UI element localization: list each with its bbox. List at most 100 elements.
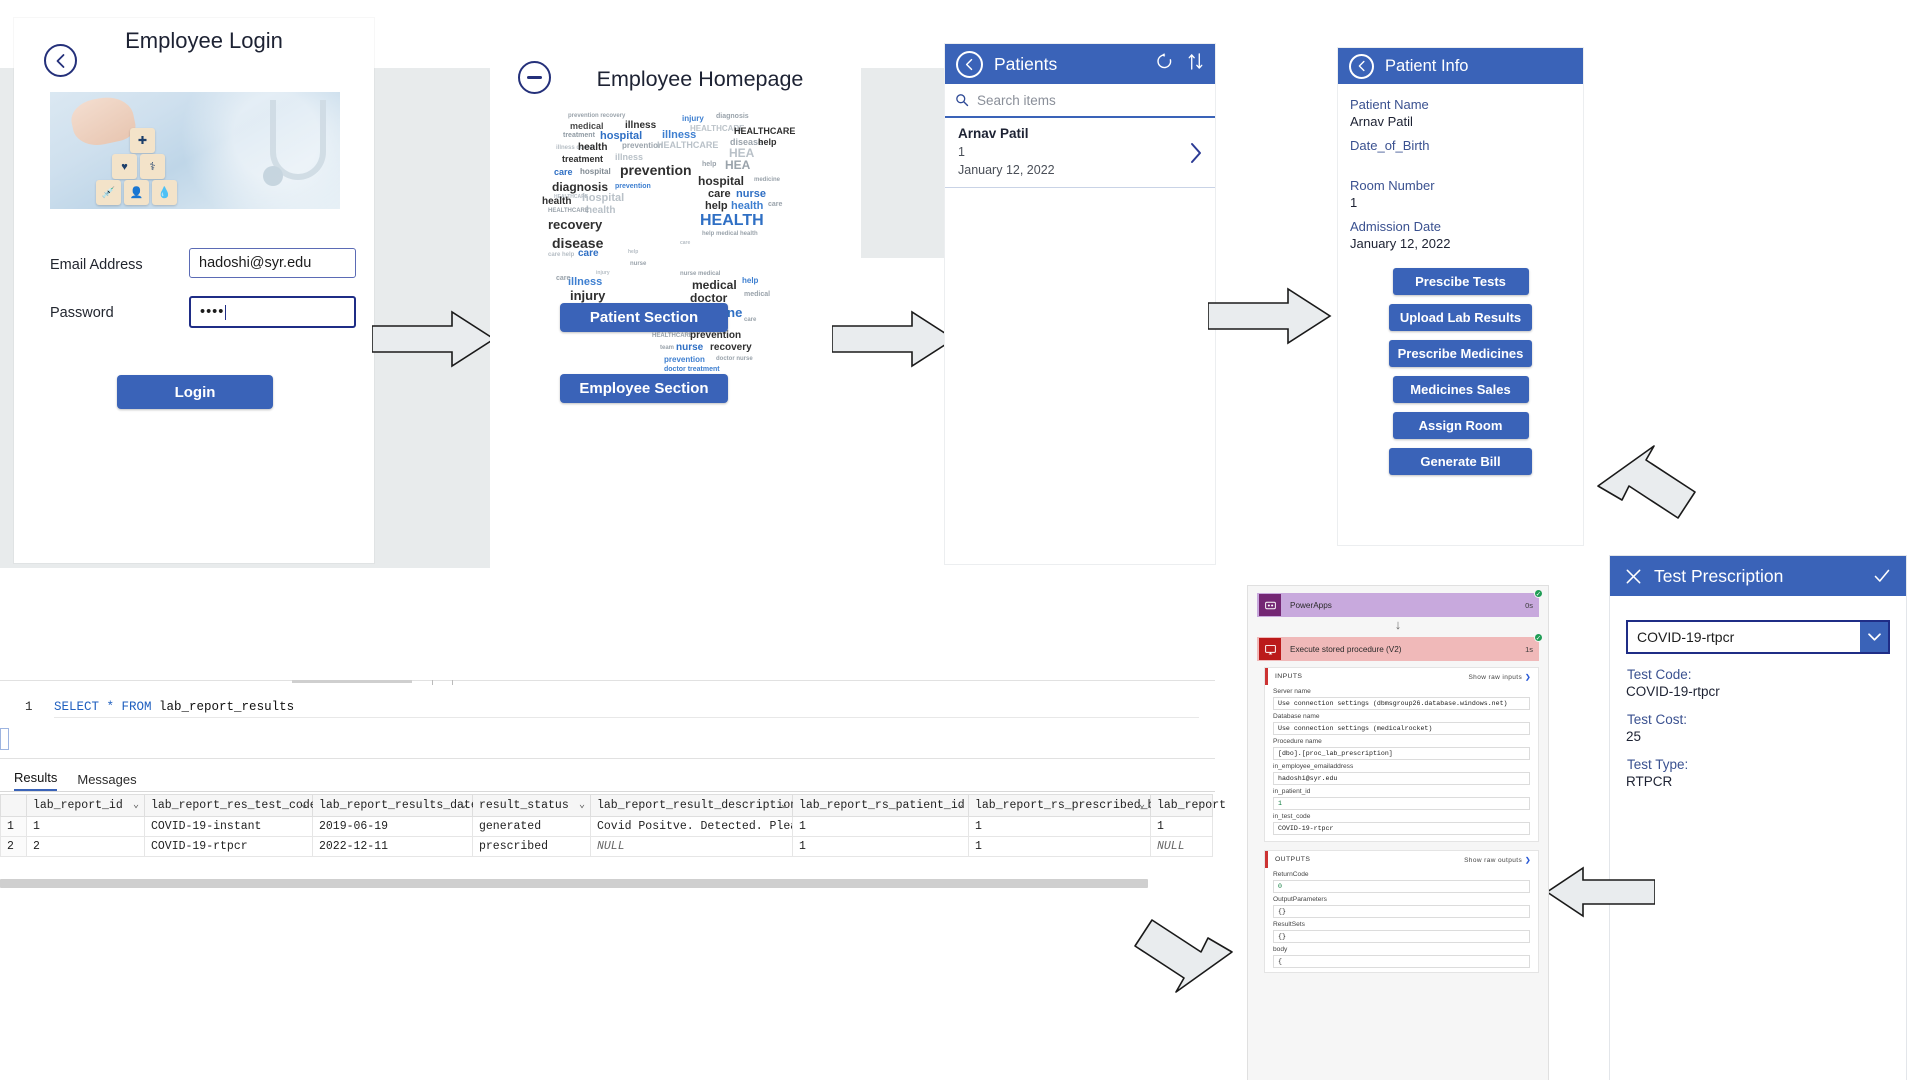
employee-section-button[interactable]: Employee Section [560,374,728,403]
field-value[interactable]: Use connection settings (medicalrocket) [1273,722,1530,735]
page-title: Patient Info [1385,56,1469,75]
field-value[interactable]: {} [1273,930,1530,943]
confirm-button[interactable] [1872,566,1892,586]
cell[interactable]: 1 [1150,816,1213,837]
chevron-down-icon[interactable]: ⌄ [957,799,963,811]
field-value[interactable]: {} [1273,905,1530,918]
list-item[interactable]: Arnav Patil 1 January 12, 2022 [945,118,1215,188]
block-drop-icon: 💧 [152,180,177,205]
email-field[interactable]: hadoshi@syr.edu [189,248,356,278]
flow-arrow-3 [1208,287,1332,345]
page-title: Employee Homepage [596,67,804,91]
column-header[interactable]: lab_report_results_date ⌄ [312,794,478,817]
sql-query-results: 1 SELECT * FROM lab_report_results Resul… [0,680,1226,895]
room-number-label: Room Number [1350,178,1435,193]
close-button[interactable] [1624,567,1643,586]
show-raw-inputs-link[interactable]: Show raw inputs ❯ [1468,673,1531,681]
show-raw-outputs-link[interactable]: Show raw outputs ❯ [1464,856,1531,864]
cell[interactable]: 2 [26,836,145,857]
flow-arrow-5 [1545,866,1655,918]
field-key: Server name [1273,688,1311,695]
cell[interactable]: 1 [792,836,969,857]
assign-room-button[interactable]: Assign Room [1392,412,1529,439]
horizontal-scrollbar[interactable] [0,879,1148,888]
column-header[interactable]: lab_report_res_test_code ⌄ [144,794,317,817]
refresh-button[interactable] [1155,52,1174,76]
flow-arrow-2 [832,310,956,368]
field-value[interactable]: hadoshi@syr.edu [1273,772,1530,785]
chevron-left-icon [1358,60,1365,72]
patient-section-button[interactable]: Patient Section [560,303,728,332]
login-button[interactable]: Login [117,375,273,409]
chevron-down-icon[interactable]: ⌄ [579,799,585,811]
column-header[interactable]: lab_report_rs_patient_id ⌄ [792,794,969,817]
dropdown-toggle[interactable] [1860,622,1888,652]
prescribe-medicines-button[interactable]: Prescribe Medicines [1389,340,1532,367]
medicines-sales-button[interactable]: Medicines Sales [1392,376,1529,403]
chevron-right-icon: ❯ [1525,856,1531,864]
chevron-down-icon[interactable]: ⌄ [461,799,467,811]
cell[interactable]: prescribed [472,836,591,857]
search-placeholder: Search items [977,92,1056,108]
cell[interactable]: COVID-19-instant [144,816,313,837]
flow-arrow-1 [372,310,496,368]
field-value[interactable]: { [1273,955,1530,968]
table-row[interactable]: 2 2 COVID-19-rtpcr 2022-12-11 prescribed… [0,836,1213,857]
sql-server-icon [1259,638,1281,660]
column-header[interactable]: lab_report [1150,794,1226,817]
column-header[interactable]: lab_report_id ⌄ [26,794,145,817]
field-key: in_test_code [1273,813,1311,820]
patients-screen: Patients Search items Arnav Patil 1 Janu… [945,44,1215,564]
cell[interactable]: 1 [26,816,145,837]
editor-tick-1 [432,680,433,685]
chevron-down-icon[interactable]: ⌄ [301,799,307,811]
block-stethoscope-icon: ⚕ [140,154,165,179]
tab-results[interactable]: Results [14,770,58,791]
cell[interactable]: 1 [792,816,969,837]
flow-step-powerapps[interactable]: PowerApps 0s ✓ [1257,589,1543,617]
column-header[interactable]: result_status ⌄ [472,794,591,817]
search-input[interactable]: Search items [945,84,1215,118]
cell[interactable]: 2019-06-19 [312,816,473,837]
upload-lab-results-button[interactable]: Upload Lab Results [1389,304,1532,331]
cell[interactable]: 1 [968,816,1151,837]
field-value[interactable]: COVID-19-rtpcr [1273,822,1530,835]
tab-messages[interactable]: Messages [77,772,136,791]
test-code-dropdown[interactable]: COVID-19-rtpcr [1626,620,1890,654]
password-field[interactable]: •••• [189,296,356,328]
cell[interactable]: Covid Positve. Detected. Please… [590,816,793,837]
prescribe-tests-button[interactable]: Prescibe Tests [1392,268,1529,295]
cell[interactable]: NULL [590,836,793,857]
chevron-right-icon [1191,142,1201,163]
flow-step-execute-stored-procedure[interactable]: Execute stored procedure (V2) 1s ✓ [1257,633,1543,661]
field-key: in_patient_id [1273,788,1311,795]
cell[interactable]: 1 [968,836,1151,857]
cell[interactable]: COVID-19-rtpcr [144,836,313,857]
chevron-down-icon[interactable]: ⌄ [133,799,139,811]
sql-query[interactable]: SELECT * FROM lab_report_results [54,700,294,714]
chevron-down-icon[interactable]: ⌄ [1139,799,1145,811]
field-value[interactable]: [dbo].[proc_lab_prescription] [1273,747,1530,760]
patient-date: January 12, 2022 [958,163,1055,177]
minimize-button[interactable] [518,61,551,94]
field-value[interactable]: Use connection settings (dbmsgroup26.dat… [1273,697,1530,710]
cell[interactable]: generated [472,816,591,837]
field-value[interactable]: 1 [1273,797,1530,810]
admission-date-value: January 12, 2022 [1350,236,1451,251]
cell[interactable]: 2022-12-11 [312,836,473,857]
chevron-down-icon[interactable]: ⌄ [781,799,787,811]
generate-bill-button[interactable]: Generate Bill [1389,448,1532,475]
column-header[interactable]: lab_report_rs_prescribed_by ⌄ [968,794,1161,817]
sql-keywords: SELECT * FROM [54,700,152,714]
sort-button[interactable] [1187,52,1204,76]
table-row[interactable]: 1 1 COVID-19-instant 2019-06-19 generate… [0,816,1213,837]
back-button[interactable] [956,50,983,78]
cell[interactable]: NULL [1150,836,1213,857]
back-button[interactable] [1349,53,1374,79]
column-header[interactable]: lab_report_result_description ⌄ [590,794,797,817]
editor-scrollbar-stub[interactable] [292,680,412,683]
page-title: Patients [994,53,1058,74]
test-cost-label: Test Cost: [1627,712,1688,727]
field-value[interactable]: 0 [1273,880,1530,893]
input-field: in_patient_id 1 [1265,785,1538,810]
